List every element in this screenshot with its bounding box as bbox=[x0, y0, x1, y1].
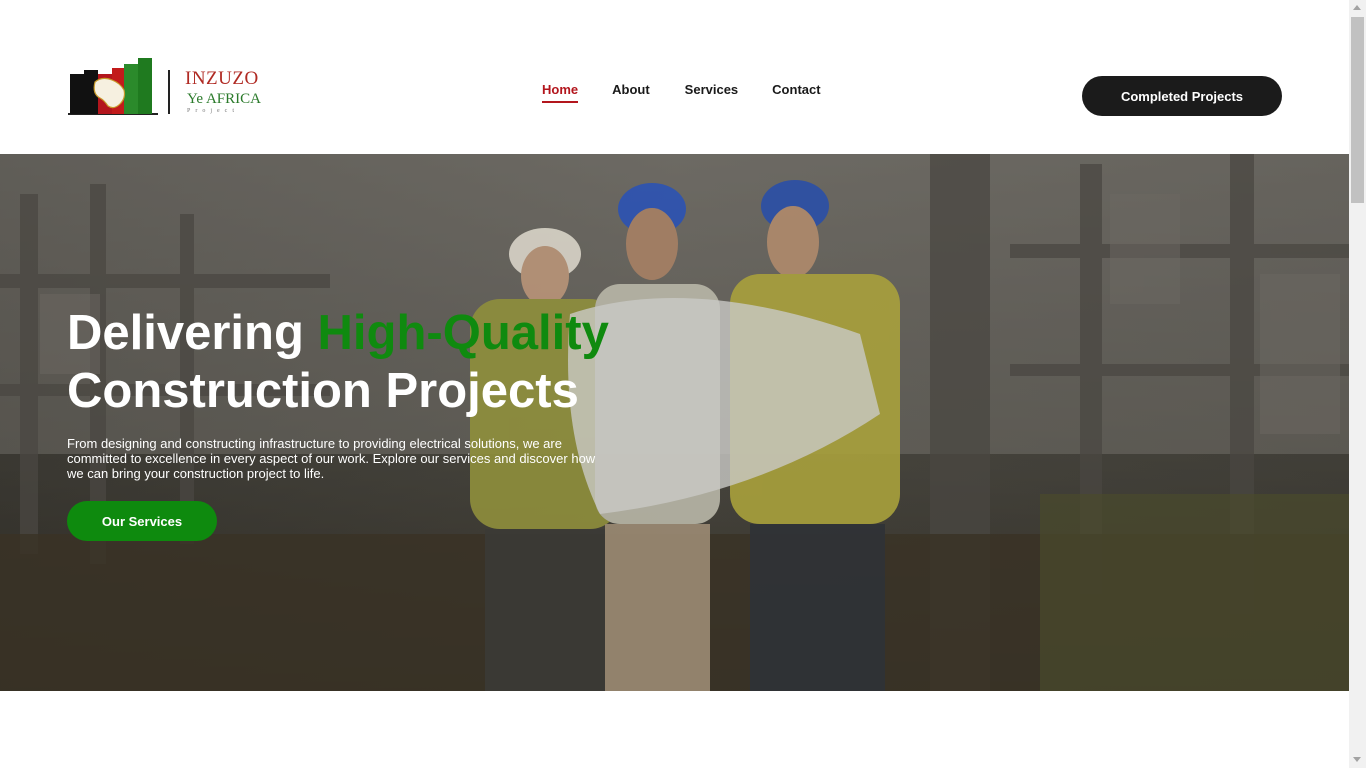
scroll-thumb[interactable] bbox=[1351, 17, 1364, 203]
nav-item-home[interactable]: Home bbox=[542, 82, 579, 103]
hero-title-part1: Delivering bbox=[67, 306, 304, 360]
hero-background-image bbox=[0, 154, 1349, 691]
brand-subname-africa: AFRICA bbox=[205, 91, 261, 107]
hero-section: Delivering High-Quality Construction Pro… bbox=[0, 154, 1349, 691]
hero-title-highlight: High-Quality bbox=[317, 306, 609, 360]
our-services-button[interactable]: Our Services bbox=[67, 501, 217, 541]
brand-subname: Ye AFRICA bbox=[187, 91, 261, 108]
hero-title-line2: Construction Projects bbox=[67, 364, 579, 418]
main-nav: Home About Services Contact bbox=[542, 82, 821, 103]
brand-tagline: Project bbox=[187, 108, 239, 114]
hero-title: Delivering High-Quality Construction Pro… bbox=[67, 304, 609, 420]
brand-logo[interactable]: INZUZO Ye AFRICA Project bbox=[68, 56, 268, 118]
nav-item-services[interactable]: Services bbox=[685, 82, 739, 103]
brand-subname-ye: Ye bbox=[187, 91, 203, 107]
logo-divider bbox=[168, 70, 170, 114]
page-scrollbar[interactable] bbox=[1349, 0, 1366, 768]
scroll-down-arrow-icon[interactable] bbox=[1353, 757, 1361, 762]
site-header: INZUZO Ye AFRICA Project Home About Serv… bbox=[0, 0, 1349, 154]
logo-mark-icon bbox=[68, 58, 158, 115]
hero-description: From designing and constructing infrastr… bbox=[67, 436, 596, 481]
scroll-up-arrow-icon[interactable] bbox=[1353, 5, 1361, 10]
brand-name: INZUZO bbox=[185, 68, 259, 89]
nav-item-contact[interactable]: Contact bbox=[772, 82, 820, 103]
nav-item-about[interactable]: About bbox=[612, 82, 650, 103]
completed-projects-button[interactable]: Completed Projects bbox=[1082, 76, 1282, 116]
